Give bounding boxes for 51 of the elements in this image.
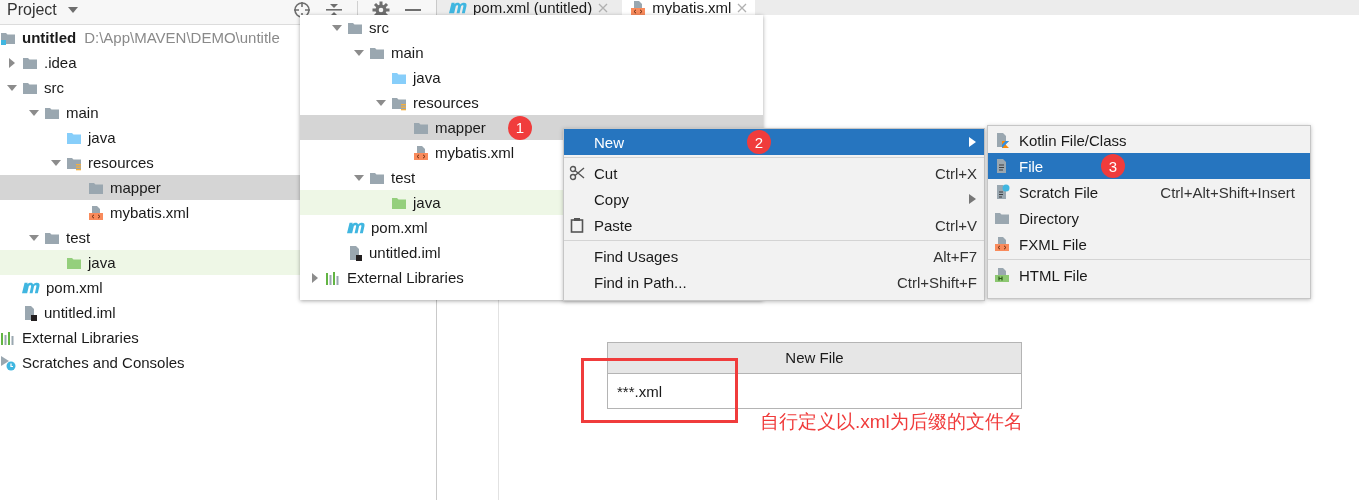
xml-file-icon xyxy=(994,236,1010,252)
m-logo-icon xyxy=(22,281,40,294)
menu-item[interactable]: Paste Ctrl+V xyxy=(564,212,984,238)
file-icon xyxy=(22,304,38,321)
file-icon xyxy=(994,132,1010,148)
tree-item[interactable]: External Libraries xyxy=(0,325,436,350)
tree-item[interactable]: src xyxy=(300,15,763,40)
shortcut-text: Ctrl+X xyxy=(934,164,977,182)
tree-item[interactable]: java xyxy=(300,65,763,90)
file-icon xyxy=(994,267,1010,283)
menu-item[interactable]: Find in Path... Ctrl+Shift+F xyxy=(564,269,984,295)
m-logo-icon xyxy=(449,1,467,14)
annotation-text: 自行定义以.xml为后缀的文件名 xyxy=(760,410,1023,434)
menu-item[interactable]: New 2 xyxy=(564,129,984,155)
xml-file-icon xyxy=(88,204,104,221)
menu-item[interactable]: Cut Ctrl+X xyxy=(564,160,984,186)
menu-item[interactable]: Directory xyxy=(988,205,1310,231)
menu-item[interactable]: Find Usages Alt+F7 xyxy=(564,243,984,269)
menu-item[interactable]: HTML File xyxy=(988,262,1310,288)
menu-item[interactable]: FXML File xyxy=(988,231,1310,257)
file-icon xyxy=(347,244,363,261)
xml-file-icon xyxy=(630,0,647,15)
tree-item[interactable]: untitled.iml xyxy=(0,300,436,325)
crosshair-icon[interactable] xyxy=(293,1,311,19)
close-icon[interactable] xyxy=(737,2,748,13)
tree-item[interactable]: main xyxy=(300,40,763,65)
m-logo-icon xyxy=(347,221,365,234)
menu-item[interactable]: Kotlin File/Class xyxy=(988,127,1310,153)
shortcut-text: Ctrl+V xyxy=(934,216,977,234)
step-badge: 3 xyxy=(1101,154,1125,178)
menu-item[interactable]: Scratch File Ctrl+Alt+Shift+Insert xyxy=(988,179,1310,205)
scissors-icon xyxy=(569,165,585,181)
xml-file-icon xyxy=(413,144,429,161)
dialog-title: New File xyxy=(607,342,1022,374)
tree-item[interactable]: resources xyxy=(300,90,763,115)
tree-item[interactable]: Scratches and Consoles xyxy=(0,350,436,375)
document-clock-icon xyxy=(994,184,1010,200)
shortcut-text: Ctrl+Alt+Shift+Insert xyxy=(1160,183,1295,201)
step-badge: 1 xyxy=(507,115,532,140)
clipboard-icon xyxy=(569,217,585,233)
step-badge: 2 xyxy=(747,130,771,154)
folder-icon xyxy=(994,210,1010,226)
panel-title[interactable]: Project xyxy=(7,1,57,19)
file-name-field[interactable]: ***.xml xyxy=(607,374,1022,409)
bars-icon xyxy=(0,329,16,346)
path-text: D:\App\MAVEN\DEMO\untitle xyxy=(84,29,280,46)
shortcut-text: Ctrl+Shift+F xyxy=(896,273,977,291)
shortcut-text: Alt+F7 xyxy=(933,247,977,265)
bars-icon xyxy=(325,269,341,286)
menu-item[interactable]: File 3 xyxy=(988,153,1310,179)
close-icon[interactable] xyxy=(598,2,609,13)
